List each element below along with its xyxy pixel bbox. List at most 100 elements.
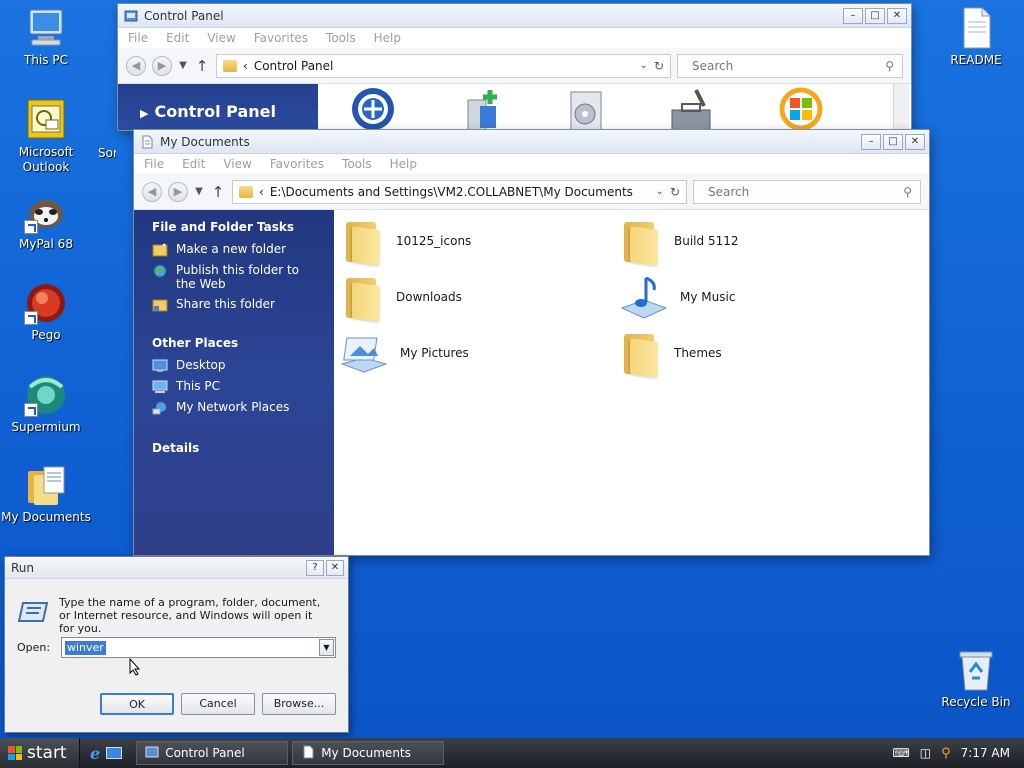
minimize-button[interactable]: – (843, 7, 863, 24)
list-item-folder[interactable]: Downloads (342, 274, 462, 322)
chevron-down-icon[interactable]: ▼ (319, 639, 334, 656)
document-icon (954, 6, 998, 50)
maximize-button[interactable]: □ (865, 7, 885, 24)
search-input[interactable]: Search ⚲ (677, 53, 903, 78)
address-bar[interactable]: ‹ Control Panel ⌄ ↻ (216, 53, 671, 78)
refresh-icon[interactable]: ↻ (654, 59, 664, 73)
list-item-my-pictures[interactable]: My Pictures (340, 330, 469, 376)
place-network-places[interactable]: My Network Places (134, 398, 334, 419)
windows-logo-icon (8, 746, 22, 760)
open-combobox[interactable]: winver ▼ (61, 637, 336, 658)
back-button[interactable]: ◀ (142, 181, 162, 202)
title-bar[interactable]: Control Panel – □ ✕ (118, 4, 911, 28)
maximize-button[interactable]: □ (883, 133, 903, 150)
my-documents-window[interactable]: My Documents – □ ✕ File Edit View Favori… (133, 129, 930, 556)
run-dialog[interactable]: Run ? ✕ Type the name of a program, fold… (4, 556, 349, 733)
vertical-scrollbar[interactable] (893, 84, 909, 130)
item-label: Downloads (396, 290, 462, 304)
minimize-button[interactable]: – (861, 133, 881, 150)
toolbox-icon[interactable] (668, 86, 714, 130)
title-bar[interactable]: My Documents – □ ✕ (134, 130, 929, 154)
menu-view[interactable]: View (207, 31, 235, 45)
desktop-icon-label: My Documents (1, 510, 91, 524)
forward-button[interactable]: ▶ (168, 181, 188, 202)
close-button[interactable]: ✕ (905, 133, 925, 150)
forward-button[interactable]: ▶ (152, 55, 172, 76)
taskbar-button-my-documents[interactable]: My Documents (292, 741, 445, 765)
desktop-icon-supermium[interactable]: Supermium (1, 373, 91, 435)
menu-edit[interactable]: Edit (166, 31, 189, 45)
close-button[interactable]: ✕ (326, 559, 344, 576)
mypal-icon (24, 190, 68, 234)
taskbar-button-control-panel[interactable]: Control Panel (136, 741, 289, 765)
history-dropdown-icon[interactable]: ▼ (178, 60, 188, 71)
address-bar[interactable]: ‹ E:\Documents and Settings\VM2.COLLABNE… (232, 179, 687, 204)
menu-view[interactable]: View (223, 157, 251, 171)
list-item-folder[interactable]: Themes (620, 330, 722, 378)
start-label: start (27, 743, 67, 763)
list-item-folder[interactable]: 10125_icons (342, 218, 471, 266)
window-title: Control Panel (144, 8, 224, 23)
browse-button[interactable]: Browse... (262, 693, 336, 715)
up-arrow-icon[interactable]: ↑ (194, 57, 210, 75)
history-dropdown-icon[interactable]: ▼ (194, 186, 204, 197)
mouse-cursor-icon (129, 657, 141, 679)
task-share-folder[interactable]: Share this folder (134, 295, 334, 316)
place-this-pc[interactable]: This PC (134, 377, 334, 398)
back-button[interactable]: ◀ (126, 55, 146, 76)
desktop-icon-sor[interactable]: Sor 11 (76, 146, 116, 161)
administrative-tools-icon[interactable] (563, 86, 609, 130)
desktop-icon-this-pc[interactable]: This PC (1, 6, 91, 68)
accessibility-icon[interactable] (350, 86, 396, 130)
desktop-icon-readme[interactable]: README (931, 6, 1021, 68)
menu-favorites[interactable]: Favorites (254, 31, 308, 45)
menu-help[interactable]: Help (390, 157, 417, 171)
desktop-icon-pego[interactable]: Pego (1, 281, 91, 343)
refresh-icon[interactable]: ↻ (670, 185, 680, 199)
menu-edit[interactable]: Edit (182, 157, 205, 171)
section-title-details[interactable]: Details (134, 419, 334, 455)
desktop-icon-mypal[interactable]: MyPal 68 (1, 190, 91, 252)
show-desktop-icon[interactable] (106, 747, 123, 759)
shortcut-arrow-icon (24, 311, 38, 325)
search-icon[interactable]: ⚲ (941, 746, 951, 761)
close-button[interactable]: ✕ (887, 7, 907, 24)
ok-button[interactable]: OK (100, 693, 174, 715)
menu-favorites[interactable]: Favorites (270, 157, 324, 171)
menu-tools[interactable]: Tools (342, 157, 372, 171)
desktop-icon-outlook[interactable]: Microsoft Outlook (1, 98, 91, 175)
place-desktop[interactable]: Desktop (134, 356, 334, 377)
search-icon: ⚲ (903, 184, 912, 199)
keyboard-icon[interactable]: ⌨ (892, 746, 909, 760)
menu-file[interactable]: File (128, 31, 148, 45)
menu-tools[interactable]: Tools (326, 31, 356, 45)
help-button[interactable]: ? (306, 559, 324, 576)
up-arrow-icon[interactable]: ↑ (210, 183, 226, 201)
list-item-folder[interactable]: Build 5112 (620, 218, 738, 266)
add-remove-programs-icon[interactable] (460, 86, 506, 130)
desktop-icon-my-documents[interactable]: My Documents (1, 463, 91, 525)
network-icon[interactable]: ◫ (920, 746, 931, 760)
windows-update-icon[interactable] (778, 86, 824, 130)
title-bar[interactable]: Run ? ✕ (5, 557, 348, 579)
chevron-down-icon[interactable]: ⌄ (640, 60, 648, 71)
internet-explorer-icon[interactable]: e (90, 744, 100, 763)
control-panel-window[interactable]: Control Panel – □ ✕ File Edit View Favor… (117, 3, 912, 131)
clock[interactable]: 7:17 AM (961, 746, 1010, 760)
task-publish-folder[interactable]: Publish this folder to the Web (134, 261, 334, 295)
search-input[interactable]: Search ⚲ (693, 179, 921, 204)
menu-help[interactable]: Help (374, 31, 401, 45)
task-make-new-folder[interactable]: Make a new folder (134, 240, 334, 261)
menu-file[interactable]: File (144, 157, 164, 171)
list-item-my-music[interactable]: My Music (620, 274, 735, 320)
chevron-down-icon[interactable]: ⌄ (656, 186, 664, 197)
cancel-button[interactable]: Cancel (181, 693, 255, 715)
task-label: Control Panel (165, 746, 245, 760)
open-input[interactable]: winver (65, 640, 106, 655)
computer-icon (24, 6, 68, 50)
desktop-icon-recycle-bin[interactable]: Recycle Bin (931, 648, 1021, 710)
start-button[interactable]: start (0, 738, 80, 768)
pictures-folder-icon (340, 330, 388, 376)
desktop-icon-label: Pego (31, 328, 61, 342)
share-folder-icon (152, 298, 168, 312)
